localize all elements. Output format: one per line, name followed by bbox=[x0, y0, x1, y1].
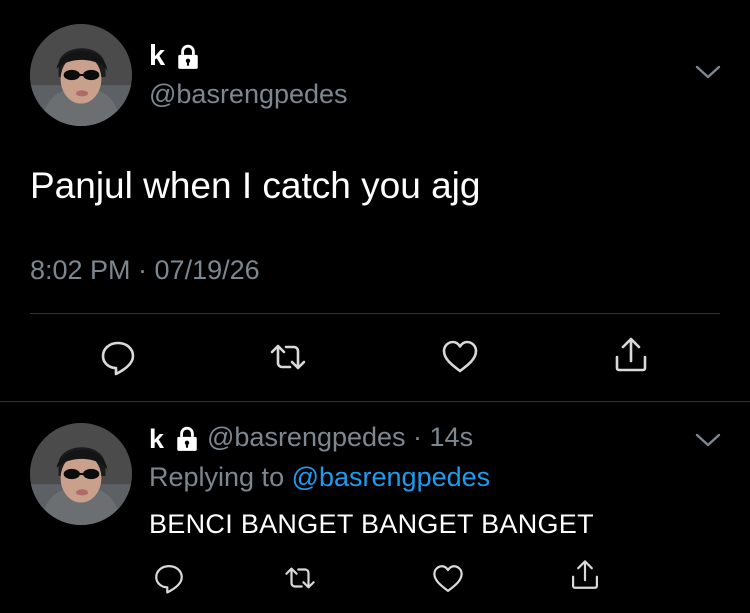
retweet-icon[interactable] bbox=[283, 561, 317, 595]
lock-icon bbox=[174, 426, 200, 452]
divider bbox=[30, 313, 720, 314]
user-handle-time[interactable]: @basrengpedes · 14s bbox=[207, 422, 473, 453]
avatar[interactable] bbox=[30, 423, 132, 525]
display-name[interactable]: k bbox=[149, 424, 164, 455]
tweet-text: Panjul when I catch you ajg bbox=[30, 165, 481, 206]
chevron-down-icon[interactable] bbox=[694, 430, 722, 450]
reply-icon[interactable] bbox=[152, 561, 186, 595]
like-icon[interactable] bbox=[440, 337, 480, 377]
like-icon[interactable] bbox=[431, 562, 465, 596]
replying-to: Replying to @basrengpedes bbox=[149, 462, 490, 493]
user-handle[interactable]: @basrengpedes bbox=[149, 79, 348, 110]
mention-link[interactable]: @basrengpedes bbox=[292, 462, 491, 492]
share-icon[interactable] bbox=[568, 558, 602, 592]
tweet-timestamp: 8:02 PM · 07/19/26 bbox=[30, 255, 260, 285]
replying-prefix: Replying to bbox=[149, 462, 292, 492]
display-name[interactable]: k bbox=[149, 40, 166, 73]
avatar[interactable] bbox=[30, 24, 132, 126]
reply-icon[interactable] bbox=[98, 337, 138, 377]
chevron-down-icon[interactable] bbox=[694, 62, 722, 82]
retweet-icon[interactable] bbox=[268, 337, 308, 377]
lock-icon bbox=[175, 44, 201, 70]
divider bbox=[0, 401, 750, 402]
tweet-text: BENCI BANGET BANGET BANGET bbox=[149, 509, 594, 539]
share-icon[interactable] bbox=[611, 335, 651, 375]
